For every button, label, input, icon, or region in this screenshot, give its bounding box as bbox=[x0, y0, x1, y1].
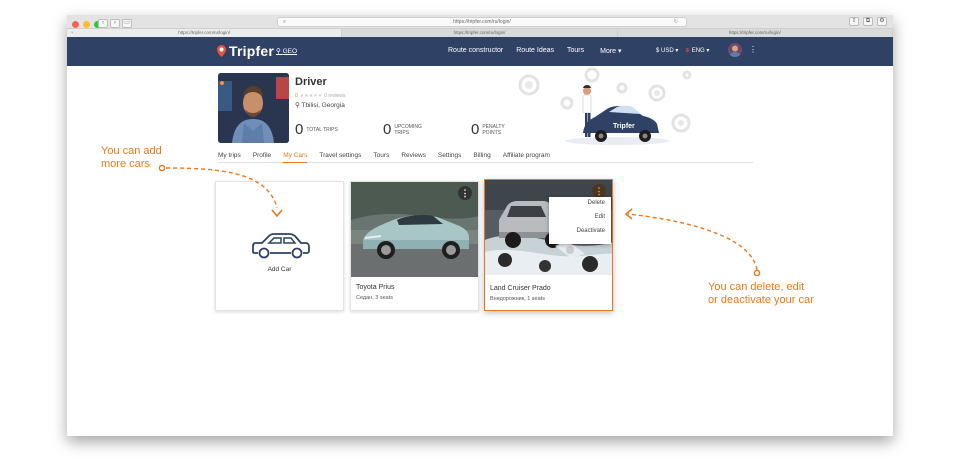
tab-my-trips[interactable]: My trips bbox=[218, 152, 241, 162]
site-navbar: Tripfer ⚲ GEO Route constructor Route Id… bbox=[67, 37, 893, 66]
browser-tab[interactable]: × https://tripfer.com/ru/login/ bbox=[67, 29, 343, 37]
card-dropdown-menu: Delete Edit Deactivate bbox=[549, 197, 611, 244]
browser-tab[interactable]: https://tripfer.com/ru/login/ bbox=[342, 29, 618, 37]
back-icon[interactable]: ‹ bbox=[98, 19, 108, 28]
avatar[interactable] bbox=[728, 43, 742, 57]
tab-affiliate-program[interactable]: Affiliate program bbox=[503, 152, 550, 162]
menu-route-ideas[interactable]: Route Ideas bbox=[516, 47, 554, 55]
stat-label: TOTAL TRIPS bbox=[306, 126, 338, 133]
geo-link[interactable]: ⚲ GEO bbox=[276, 47, 297, 55]
tab-label: https://tripfer.com/ru/login/ bbox=[178, 30, 231, 35]
annotation-line: You can add bbox=[101, 145, 162, 157]
menu-item-deactivate[interactable]: Deactivate bbox=[549, 225, 611, 239]
tabs-icon[interactable]: ⧉ bbox=[863, 17, 873, 26]
stat-value: 0 bbox=[295, 121, 304, 138]
tab-my-cars[interactable]: My Cars bbox=[283, 152, 308, 163]
menu-route-constructor[interactable]: Route constructor bbox=[448, 47, 503, 55]
share-icon[interactable]: ⇧ bbox=[849, 17, 859, 26]
location: ⚲ Tbilisi, Georgia bbox=[295, 101, 345, 109]
menu-item-delete[interactable]: Delete bbox=[549, 197, 611, 211]
minimize-window-dot[interactable] bbox=[83, 21, 90, 28]
close-window-dot[interactable] bbox=[72, 21, 79, 28]
tab-settings[interactable]: Settings bbox=[438, 152, 462, 162]
sidebar-icon[interactable]: ▭ bbox=[122, 19, 132, 28]
address-bar[interactable]: ≡ https://tripfer.com/ru/login/ ↻ bbox=[277, 17, 687, 27]
tab-billing[interactable]: Billing bbox=[473, 152, 490, 162]
brand-name: Tripfer bbox=[229, 43, 274, 59]
tab-reviews[interactable]: Reviews bbox=[401, 152, 426, 162]
language-selector[interactable]: ⊕ ENG ▾ bbox=[685, 47, 709, 54]
address-url: https://tripfer.com/ru/login/ bbox=[453, 19, 511, 25]
card-menu-icon[interactable]: ⋮ bbox=[592, 184, 606, 198]
driver-photo-image bbox=[218, 73, 289, 143]
annotation-add-cars: You can add more cars bbox=[101, 145, 162, 171]
stat-value: 0 bbox=[383, 121, 392, 138]
pin-logo-icon bbox=[217, 45, 226, 57]
annotation-line: more cars bbox=[101, 158, 150, 170]
stat-value: 0 bbox=[471, 121, 480, 138]
profile-photo bbox=[218, 73, 289, 143]
car-subtitle: Седан, 3 seats bbox=[356, 295, 394, 301]
screenshot-stage: ‹ › ▭ ≡ https://tripfer.com/ru/login/ ↻ … bbox=[0, 0, 960, 460]
location-text: Tbilisi, Georgia bbox=[301, 102, 345, 109]
rating-stars: ★★★★★ bbox=[299, 93, 323, 99]
forward-icon[interactable]: › bbox=[110, 19, 120, 28]
car-title: Toyota Prius bbox=[356, 284, 395, 291]
stat-upcoming-trips: 0 UPCOMING TRIPS bbox=[383, 121, 426, 138]
add-car-label: Add Car bbox=[267, 266, 292, 273]
annotation-edit-cars: You can delete, edit or deactivate your … bbox=[708, 281, 814, 307]
card-menu-icon[interactable]: ⋮ bbox=[458, 186, 472, 200]
car-card-toyota-prius[interactable]: Toyota Prius Седан, 3 seats ⋮ bbox=[350, 181, 479, 311]
stat-label: UPCOMING TRIPS bbox=[394, 123, 422, 136]
browser-window: ‹ › ▭ ≡ https://tripfer.com/ru/login/ ↻ … bbox=[67, 15, 893, 436]
stat-total-trips: 0 TOTAL TRIPS bbox=[295, 121, 338, 138]
avatar-image bbox=[728, 43, 742, 57]
menu-tours[interactable]: Tours bbox=[567, 47, 584, 55]
illustration-brand-text: Tripfer bbox=[613, 123, 635, 130]
browser-chrome: ‹ › ▭ ≡ https://tripfer.com/ru/login/ ↻ … bbox=[67, 15, 893, 37]
list-icon: ≡ bbox=[283, 19, 286, 25]
language-label: ENG ▾ bbox=[691, 48, 710, 54]
car-title: Land Cruiser Prado bbox=[490, 285, 551, 292]
rating-value: 0 bbox=[295, 93, 298, 99]
main-menu: Route constructor Route Ideas Tours More… bbox=[448, 47, 635, 55]
car-card-land-cruiser-prado[interactable]: Land Cruiser Prado Внедорожник, 1 seats … bbox=[484, 179, 613, 311]
profile-subnav: My trips Profile My Cars Travel settings… bbox=[218, 152, 753, 163]
add-car-card[interactable]: Add Car bbox=[215, 181, 344, 311]
brand-logo[interactable]: Tripfer bbox=[217, 43, 274, 59]
location-pin-icon: ⚲ bbox=[295, 102, 300, 109]
close-tab-icon[interactable]: × bbox=[71, 29, 74, 37]
browser-tabs: × https://tripfer.com/ru/login/ https://t… bbox=[67, 28, 893, 37]
reload-icon[interactable]: ↻ bbox=[674, 18, 678, 26]
geo-label: GEO bbox=[282, 48, 298, 55]
flag-icon: ⊕ bbox=[685, 48, 691, 54]
driver-car-illustration bbox=[518, 67, 692, 145]
tab-profile[interactable]: Profile bbox=[253, 152, 271, 162]
currency-selector[interactable]: $ USD ▾ bbox=[656, 47, 678, 54]
browser-tab[interactable]: https://tripfer.com/ru/login/ bbox=[617, 29, 893, 37]
settings-icon[interactable]: ⚙ bbox=[877, 17, 887, 26]
car-outline-icon bbox=[252, 233, 310, 259]
reviews-count[interactable]: 0 reviews bbox=[324, 93, 345, 99]
car-subtitle: Внедорожник, 1 seats bbox=[490, 296, 545, 302]
tab-travel-settings[interactable]: Travel settings bbox=[319, 152, 361, 162]
annotation-line: You can delete, edit bbox=[708, 281, 805, 293]
tab-tours[interactable]: Tours bbox=[373, 152, 389, 162]
tab-label: https://tripfer.com/ru/login/ bbox=[453, 30, 506, 35]
profile-name: Driver bbox=[295, 76, 327, 88]
rating: 0 ★★★★★ 0 reviews bbox=[295, 93, 345, 99]
more-options-icon[interactable]: ⋮ bbox=[749, 46, 757, 54]
menu-item-edit[interactable]: Edit bbox=[549, 211, 611, 225]
tab-label: https://tripfer.com/ru/login/ bbox=[728, 30, 781, 35]
menu-more[interactable]: More ▾ bbox=[600, 47, 621, 55]
annotation-line: or deactivate your car bbox=[708, 294, 814, 306]
